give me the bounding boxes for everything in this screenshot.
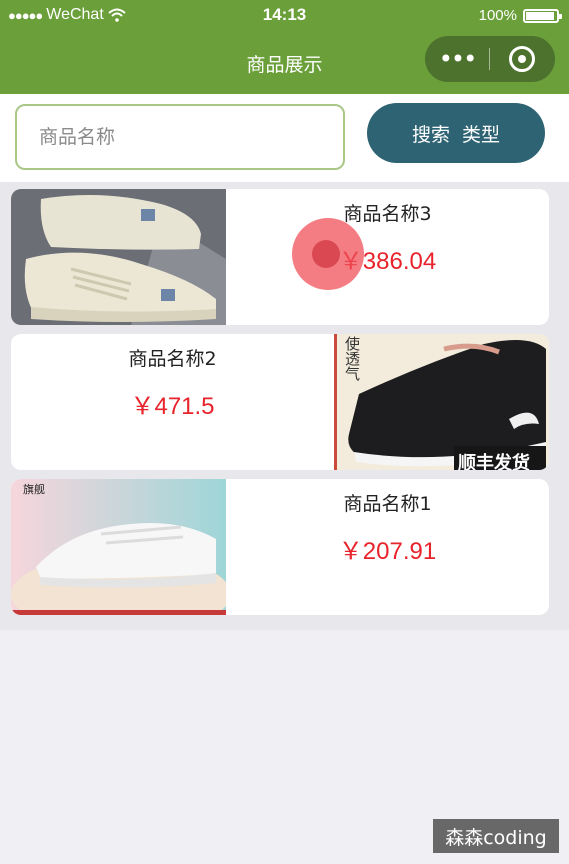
battery-percent: 100% (478, 7, 517, 24)
watermark: 森森coding (433, 819, 559, 853)
battery-icon (523, 8, 562, 23)
black-slip-on-shoe-image: 使透气 顺丰发货 (334, 334, 549, 470)
search-button-label: 搜索 (411, 123, 450, 146)
type-button-label: 类型 (462, 123, 501, 146)
product-name: 商品名称3 (343, 203, 432, 225)
flagship-badge: 旗舰 (23, 483, 45, 496)
product-card[interactable]: 商品名称3 ￥386.04 (11, 189, 549, 325)
product-info: 商品名称2 ￥471.5 (11, 334, 334, 470)
miniprogram-capsule: ••• (425, 36, 555, 82)
status-right: 100% (478, 7, 562, 24)
status-bar: ●●●●● WeChat 14:13 100% (0, 0, 569, 32)
more-menu-button[interactable]: ••• (425, 45, 489, 73)
product-price: ￥207.91 (338, 538, 437, 565)
product-list: 商品名称3 ￥386.04 商品名称2 ￥471.5 使透气 顺丰发货 旗舰 商… (0, 182, 569, 630)
product-info: 商品名称1 ￥207.91 (226, 479, 549, 615)
product-price: ￥471.5 (130, 393, 215, 420)
product-name-input[interactable] (15, 104, 345, 170)
product-price: ￥386.04 (338, 248, 437, 275)
product-card[interactable]: 商品名称2 ￥471.5 使透气 顺丰发货 (11, 334, 549, 470)
beige-sneaker-image (11, 189, 226, 325)
shoe-image-caption: 顺丰发货 (458, 453, 530, 470)
target-icon (509, 46, 535, 72)
product-info: 商品名称3 ￥386.04 (226, 189, 549, 325)
product-card[interactable]: 旗舰 商品名称1 ￥207.91 (11, 479, 549, 615)
close-miniprogram-button[interactable] (490, 46, 554, 72)
white-sneaker-image: 旗舰 (11, 479, 226, 615)
search-bar: 搜索 类型 (0, 94, 569, 182)
touch-indicator (292, 218, 364, 290)
shoe-image-text: 使透气 (343, 336, 361, 381)
search-type-button[interactable]: 搜索 类型 (367, 103, 545, 163)
product-name: 商品名称1 (343, 493, 432, 515)
navigation-bar: 商品展示 ••• (0, 32, 569, 94)
product-name: 商品名称2 (128, 348, 217, 370)
